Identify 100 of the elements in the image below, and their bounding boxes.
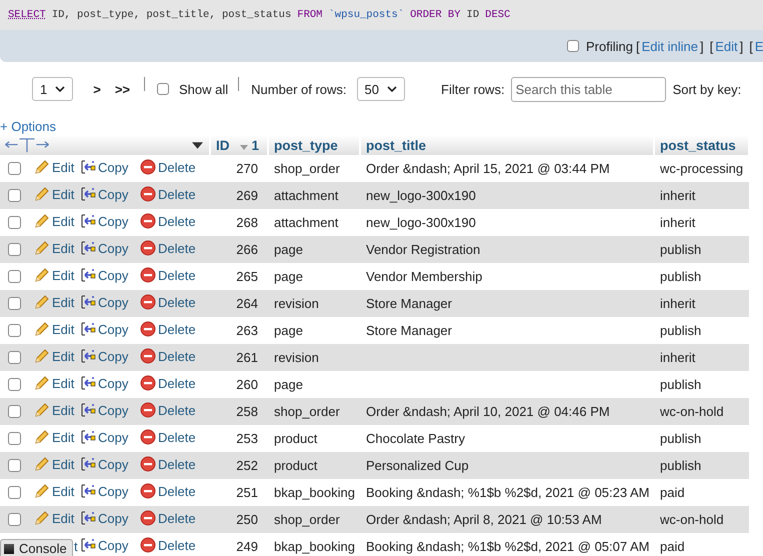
delete-link[interactable]: Delete: [140, 402, 196, 418]
row-checkbox[interactable]: [8, 270, 21, 283]
copy-link[interactable]: Copy: [80, 510, 128, 526]
delete-link[interactable]: Delete: [140, 348, 196, 364]
dropdown-triangle-icon[interactable]: [192, 142, 203, 148]
table-cell: 258: [236, 404, 258, 419]
row-checkbox[interactable]: [8, 216, 21, 229]
edit-link[interactable]: Edit: [28, 429, 74, 445]
edit-link[interactable]: Edit: [28, 321, 74, 337]
bracket: ]: [740, 38, 744, 54]
row-checkbox[interactable]: [8, 459, 21, 472]
edit-link[interactable]: Edit: [28, 213, 74, 229]
copy-link[interactable]: Copy: [80, 348, 128, 364]
show-all-checkbox[interactable]: [157, 83, 170, 95]
table-cell: Order &ndash; April 10, 2021 @ 04:46 PM: [366, 404, 610, 419]
row-checkbox[interactable]: [8, 405, 21, 418]
row-checkbox[interactable]: [8, 351, 21, 364]
row-checkbox[interactable]: [8, 432, 21, 445]
column-resize-icon[interactable]: [4, 138, 50, 152]
copy-link[interactable]: Copy: [80, 294, 128, 310]
table-cell: Order &ndash; April 8, 2021 @ 10:53 AM: [366, 512, 602, 527]
delete-link[interactable]: Delete: [140, 483, 196, 499]
copy-link[interactable]: Copy: [80, 402, 128, 418]
toolbar-link[interactable]: Edit inline: [642, 38, 698, 54]
delete-icon: [140, 402, 156, 418]
row-checkbox[interactable]: [8, 189, 21, 202]
delete-link[interactable]: Delete: [140, 456, 196, 472]
copy-link[interactable]: Copy: [80, 240, 128, 256]
table-cell: wc-on-hold: [660, 404, 724, 419]
delete-link[interactable]: Delete: [140, 186, 196, 202]
edit-link[interactable]: Edit: [28, 348, 74, 364]
page-select[interactable]: 1: [32, 77, 74, 101]
copy-link[interactable]: Copy: [80, 537, 128, 553]
column-header[interactable]: post_type: [268, 135, 360, 155]
edit-link[interactable]: Edit: [28, 510, 74, 526]
delete-link[interactable]: Delete: [140, 510, 196, 526]
copy-icon: [80, 537, 96, 553]
pencil-icon: [34, 375, 50, 391]
table-cell: 265: [236, 269, 258, 284]
table-cell: 260: [236, 377, 258, 392]
copy-icon: [80, 402, 96, 418]
column-header[interactable]: post_status: [654, 135, 749, 155]
delete-link[interactable]: Delete: [140, 267, 196, 283]
edit-link[interactable]: Edit: [28, 267, 74, 283]
console-button[interactable]: Console: [0, 539, 73, 556]
copy-link[interactable]: Copy: [80, 159, 128, 175]
row-checkbox[interactable]: [8, 378, 21, 391]
row-checkbox[interactable]: [8, 162, 21, 175]
copy-link[interactable]: Copy: [80, 483, 128, 499]
edit-link[interactable]: Edit: [28, 159, 74, 175]
delete-link[interactable]: Delete: [140, 159, 196, 175]
profiling-checkbox[interactable]: [567, 40, 579, 52]
edit-link[interactable]: Edit: [28, 402, 74, 418]
sql-token: FROM: [297, 9, 322, 21]
copy-link[interactable]: Copy: [80, 429, 128, 445]
toolbar-link[interactable]: Edit: [715, 38, 738, 54]
delete-link[interactable]: Delete: [140, 375, 196, 391]
edit-link[interactable]: Edit: [28, 240, 74, 256]
search-field[interactable]: Search this table: [510, 76, 666, 102]
table-cell: paid: [660, 485, 685, 500]
column-header[interactable]: post_title: [360, 135, 654, 155]
delete-link[interactable]: Delete: [140, 321, 196, 337]
toolbar-link[interactable]: E: [754, 38, 763, 54]
table-cell: publish: [660, 242, 702, 257]
table-cell: page: [274, 242, 303, 257]
bracket: [: [636, 38, 640, 54]
copy-link[interactable]: Copy: [80, 321, 128, 337]
copy-link[interactable]: Copy: [80, 213, 128, 229]
last-page-button[interactable]: >>: [114, 82, 130, 96]
copy-link[interactable]: Copy: [80, 267, 128, 283]
options-link[interactable]: + Options: [0, 119, 763, 135]
delete-link[interactable]: Delete: [140, 537, 196, 553]
row-checkbox[interactable]: [8, 243, 21, 256]
delete-link[interactable]: Delete: [140, 429, 196, 445]
table-cell: new_logo-300x190: [366, 215, 476, 230]
edit-link[interactable]: Edit: [28, 294, 74, 310]
delete-link[interactable]: Delete: [140, 294, 196, 310]
copy-link[interactable]: Copy: [80, 186, 128, 202]
row-checkbox[interactable]: [8, 486, 21, 499]
row-checkbox[interactable]: [8, 513, 21, 526]
delete-icon: [140, 483, 156, 499]
edit-link[interactable]: Edit: [28, 375, 74, 391]
column-header[interactable]: ID 1: [210, 135, 268, 155]
copy-icon: [80, 429, 96, 445]
sql-token: DESC: [485, 9, 510, 21]
next-page-button[interactable]: >: [93, 82, 101, 96]
edit-link[interactable]: Edit: [28, 456, 74, 472]
row-checkbox[interactable]: [8, 297, 21, 310]
row-checkbox[interactable]: [8, 324, 21, 337]
delete-icon: [140, 456, 156, 472]
edit-link[interactable]: Edit: [28, 186, 74, 202]
filter-label: Filter rows:: [441, 82, 505, 96]
delete-link[interactable]: Delete: [140, 213, 196, 229]
copy-link[interactable]: Copy: [80, 456, 128, 472]
edit-link[interactable]: Edit: [28, 483, 74, 499]
copy-icon: [80, 240, 96, 256]
edit-link[interactable]: t: [74, 539, 78, 554]
delete-link[interactable]: Delete: [140, 240, 196, 256]
copy-link[interactable]: Copy: [80, 375, 128, 391]
rows-select[interactable]: 50: [356, 77, 405, 101]
